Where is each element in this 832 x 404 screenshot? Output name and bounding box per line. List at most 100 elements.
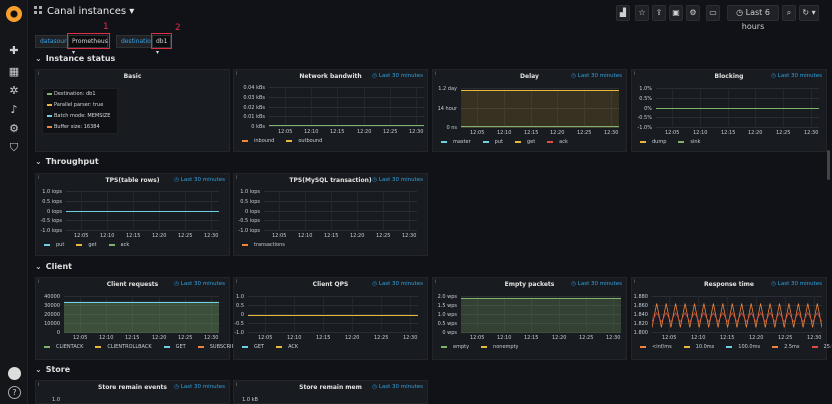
gear-icon[interactable]: ⚙ (8, 123, 20, 135)
panel-time-range[interactable]: ◷ Last 30 minutes (571, 73, 622, 79)
plus-icon[interactable]: ✚ (8, 45, 20, 57)
y-tick-label: 0.03 kBs (243, 94, 265, 101)
legend-item[interactable]: inbound (242, 138, 280, 144)
legend-swatch (286, 139, 293, 142)
chart-plot[interactable] (66, 191, 219, 231)
x-tick-label: 12:05 (272, 233, 287, 239)
legend-item[interactable]: 100.0ms (726, 344, 766, 350)
zoom-out-icon[interactable]: ⌕ (782, 5, 796, 21)
row-throughput[interactable]: ⌄ Throughput (35, 157, 99, 166)
tv-mode-icon[interactable]: ▭ (706, 5, 720, 21)
panel-time-range[interactable]: ◷ Last 30 minutes (372, 384, 423, 390)
x-tick-label: 12:10 (497, 335, 512, 341)
panel-time-label: Last 30 minutes (378, 281, 423, 287)
chevron-down-icon: ⌄ (35, 365, 42, 374)
legend-label: sink (690, 139, 701, 145)
legend-item[interactable]: sink (678, 139, 706, 145)
row-instance-status[interactable]: ⌄ Instance status (35, 54, 115, 63)
panel-store-remain-events: i Store remain events ◷ Last 30 minutes 1.0 (35, 380, 230, 404)
legend-item[interactable]: CLIENTACK (44, 344, 89, 350)
panel-time-range[interactable]: ◷ Last 30 minutes (372, 281, 423, 287)
chart-plot[interactable] (656, 88, 819, 128)
legend-item[interactable]: nonempty (481, 344, 524, 350)
legend-item[interactable]: master (441, 139, 477, 145)
graph-add-icon[interactable]: ▟ (616, 5, 630, 21)
shield-icon[interactable]: ⛉ (8, 142, 20, 154)
panel-time-range[interactable]: ◷ Last 30 minutes (771, 281, 822, 287)
star-icon[interactable]: ☆ (635, 5, 649, 21)
share-icon[interactable]: ⇪ (652, 5, 666, 21)
chart-plot[interactable] (461, 88, 619, 128)
panel-time-range[interactable]: ◷ Last 30 minutes (372, 73, 423, 79)
legend-item[interactable]: ack (108, 242, 136, 248)
legend-item[interactable]: transactions (242, 242, 291, 248)
x-tick-label: 12:20 (152, 233, 167, 239)
y-tick-label: -0.5 iops (40, 217, 62, 224)
chart-plot[interactable] (269, 87, 424, 127)
annotation-2: 2 (175, 23, 181, 33)
legend-label: empty (453, 344, 470, 350)
refresh-button[interactable]: ↻ ▾ (799, 5, 819, 21)
legend-item[interactable]: empty (441, 344, 475, 350)
dashboard-grid-icon (34, 6, 42, 14)
y-tick-label: 1.840 (633, 311, 648, 318)
panel-time-range[interactable]: ◷ Last 30 minutes (571, 281, 622, 287)
dashboard-title[interactable]: Canal instances ▾ (34, 6, 134, 17)
scrollbar[interactable] (827, 150, 830, 180)
x-tick-label: 12:15 (126, 233, 141, 239)
row-client[interactable]: ⌄ Client (35, 262, 72, 271)
legend-item[interactable]: dump (640, 139, 672, 145)
legend-item[interactable]: put (482, 139, 509, 145)
settings-icon[interactable]: ⚙ (686, 5, 700, 21)
highlight-box-2 (151, 33, 172, 49)
legend-item[interactable]: put (44, 242, 70, 248)
save-icon[interactable]: ▣ (669, 5, 683, 21)
legend-item[interactable]: 10.0ms (683, 344, 721, 350)
row-store[interactable]: ⌄ Store (35, 365, 70, 374)
y-tick-label: 1.2 day (438, 85, 457, 92)
legend-item[interactable]: ACK (276, 344, 304, 350)
bell-icon[interactable]: ♪ (8, 104, 20, 116)
explore-icon[interactable]: ✲ (8, 85, 20, 97)
x-tick-label: 12:30 (604, 130, 619, 136)
x-tick-label: 12:20 (552, 335, 567, 341)
help-icon[interactable]: ? (8, 386, 21, 399)
time-picker[interactable]: ◷ Last 6 hours (727, 5, 779, 31)
legend-item[interactable]: outbound (286, 138, 328, 144)
x-tick-label: 12:25 (374, 335, 389, 341)
legend-item[interactable]: 25.0ms (811, 344, 832, 350)
legend-item[interactable]: get (76, 242, 102, 248)
dashboards-icon[interactable]: ▦ (8, 66, 20, 78)
panel-time-range[interactable]: ◷ Last 30 minutes (174, 177, 225, 183)
legend-label: 25.0ms (823, 344, 832, 350)
chart-plot[interactable] (652, 296, 822, 333)
grafana-logo-icon[interactable] (6, 6, 22, 22)
chart-plot[interactable] (461, 296, 621, 333)
y-tick-label: 0.01 kBs (243, 113, 265, 120)
panel-time-range[interactable]: ◷ Last 30 minutes (174, 384, 225, 390)
chart-plot[interactable] (248, 296, 418, 333)
series-area (64, 301, 219, 333)
y-tick-label: 40000 (44, 293, 60, 300)
panel-time-range[interactable]: ◷ Last 30 minutes (174, 281, 225, 287)
y-tick-label: 1.5 wps (437, 302, 457, 309)
x-tick-label: 12:30 (204, 335, 219, 341)
x-tick-label: 12:10 (100, 233, 115, 239)
legend-item[interactable]: <inf/ms (640, 344, 678, 350)
panel-time-range[interactable]: ◷ Last 30 minutes (771, 73, 822, 79)
avatar[interactable] (8, 367, 21, 380)
legend-item[interactable]: get (514, 139, 541, 145)
legend-item[interactable]: 2.5ms (772, 344, 805, 350)
legend-item[interactable]: CLIENTROLLBACK (95, 344, 157, 350)
x-tick-label: 12:10 (298, 233, 313, 239)
legend-swatch (197, 345, 204, 348)
legend-item[interactable]: GET (242, 344, 270, 350)
legend-swatch (44, 345, 50, 348)
legend-item[interactable]: GET (163, 344, 192, 350)
chart-plot[interactable] (264, 191, 417, 231)
legend-item[interactable]: ack (547, 139, 574, 145)
chart-plot[interactable] (64, 296, 219, 333)
y-tick-label: 0 (56, 329, 60, 336)
panel-time-range[interactable]: ◷ Last 30 minutes (372, 177, 423, 183)
chart-legend: put get ack (44, 242, 141, 248)
